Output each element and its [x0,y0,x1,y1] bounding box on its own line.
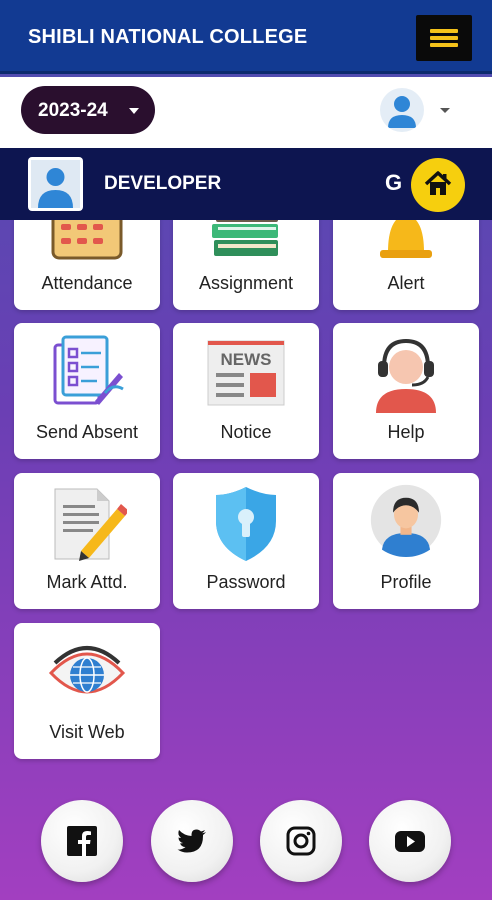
tile-label: Profile [380,572,432,592]
tile-send-absent[interactable]: Send Absent [14,323,160,459]
newspaper-icon: NEWS [207,340,285,406]
tile-label: Alert [387,273,425,293]
home-icon [424,171,452,195]
tile-label: Send Absent [35,422,139,442]
tile-label: Mark Attd. [46,572,128,592]
checklist-icon [53,335,124,405]
tile-label: Attendance [41,273,133,293]
home-button[interactable] [411,158,465,212]
user-info-bar: DEVELOPER G [0,148,492,220]
tile-visit-web[interactable]: Visit Web [14,623,160,759]
user-avatar-icon [31,160,80,208]
social-links [0,800,492,900]
shield-keyhole-icon [216,487,276,561]
tile-label: Help [387,422,425,442]
twitter-icon [177,829,206,853]
newspaper-heading: NEWS [221,350,272,369]
tile-label: Password [206,572,286,592]
tile-password[interactable]: Password [173,473,319,609]
document-pencil-icon [54,488,127,561]
twitter-button[interactable] [151,800,233,882]
tile-label: Assignment [198,273,294,293]
user-name: DEVELOPER [104,173,222,194]
instagram-icon [286,826,316,856]
profile-avatar-icon [370,484,442,557]
support-agent-icon [376,338,436,413]
youtube-icon [395,831,425,852]
eye-globe-icon [48,646,126,694]
avatar [28,157,83,211]
facebook-button[interactable] [41,800,123,882]
menu-grid: Attendance Assignment Alert Send Absent … [0,0,492,900]
tile-label: Notice [220,422,272,442]
instagram-button[interactable] [260,800,342,882]
user-initial: G [385,170,403,195]
facebook-icon [67,826,97,856]
youtube-button[interactable] [369,800,451,882]
tile-label: Visit Web [49,722,125,742]
tile-help[interactable]: Help [333,323,479,459]
tile-notice[interactable]: NEWS Notice [173,323,319,459]
tile-profile[interactable]: Profile [333,473,479,609]
tile-mark-attendance[interactable]: Mark Attd. [14,473,160,609]
